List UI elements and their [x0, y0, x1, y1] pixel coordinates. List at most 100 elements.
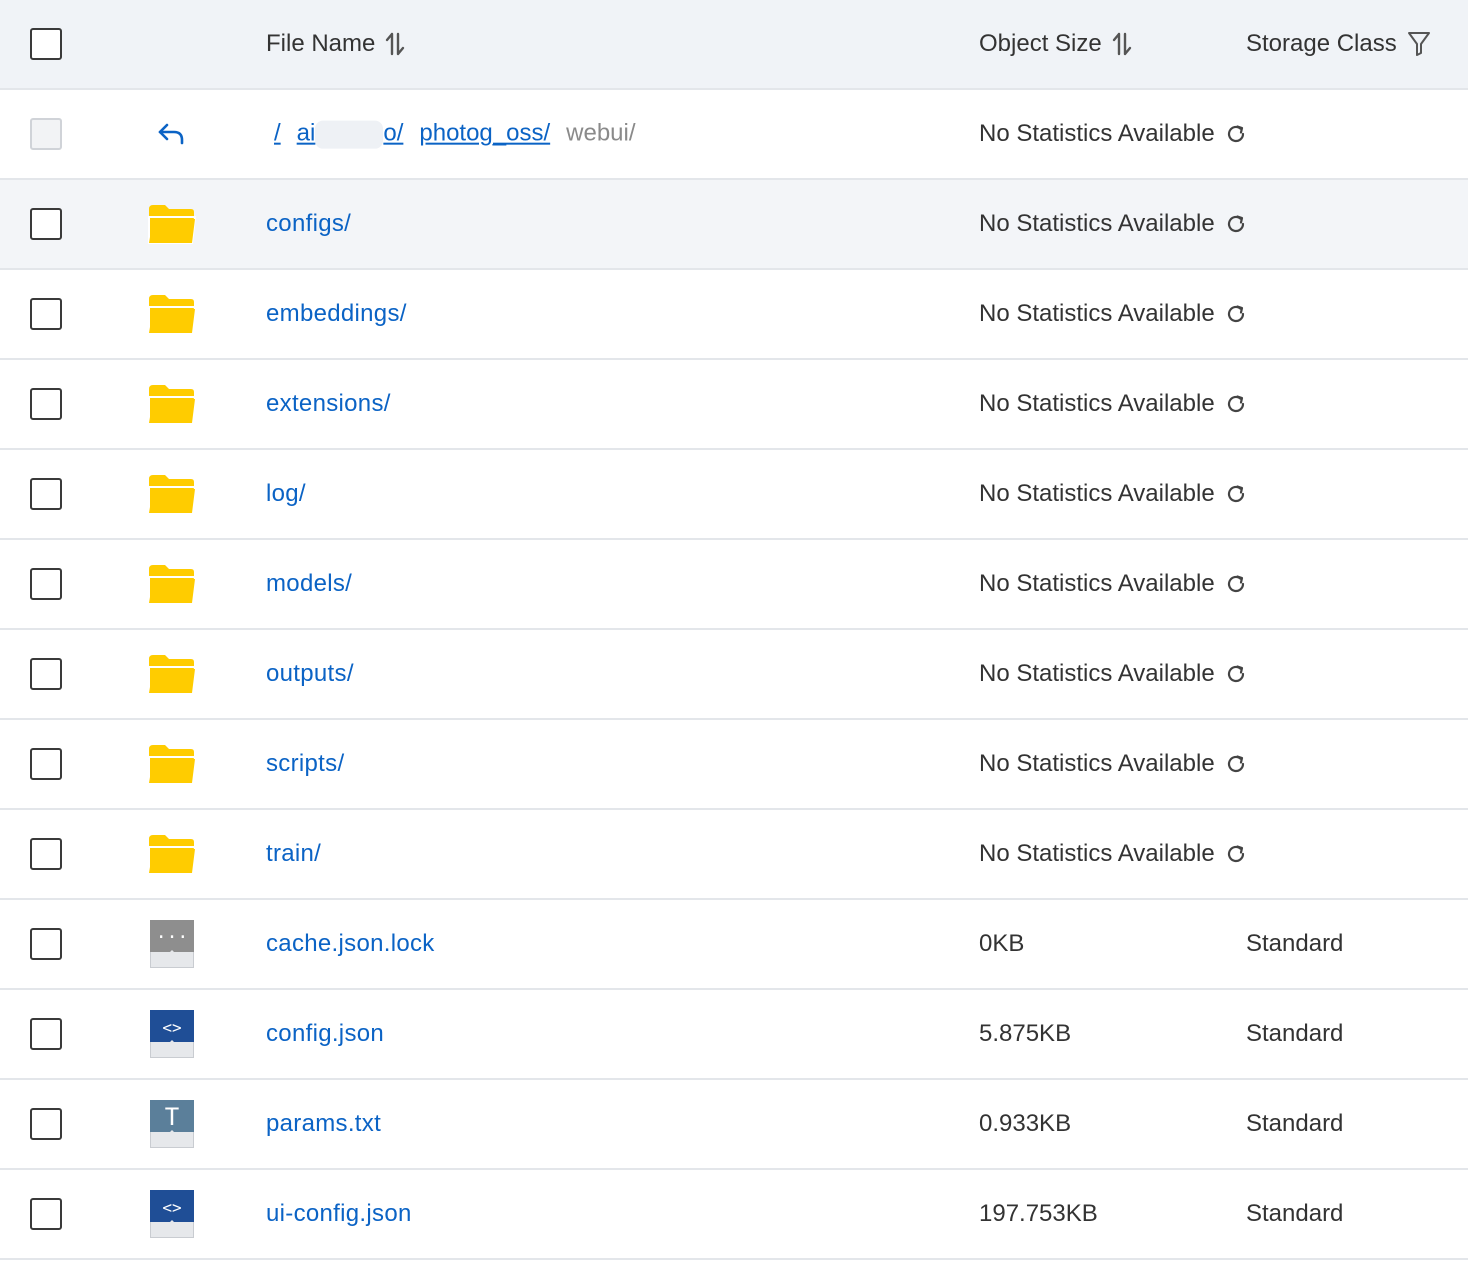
- object-size-cell: 0KB: [979, 930, 1024, 958]
- row-checkbox[interactable]: [30, 208, 62, 240]
- size-text: 197.753KB: [979, 1200, 1098, 1227]
- row-checkbox[interactable]: [30, 478, 62, 510]
- filter-icon[interactable]: [1407, 31, 1431, 57]
- table-row: outputs/ No Statistics Available: [0, 630, 1468, 720]
- object-size-cell: No Statistics Available: [979, 480, 1247, 508]
- row-checkbox[interactable]: [30, 658, 62, 690]
- folder-icon: [146, 379, 198, 429]
- refresh-icon[interactable]: [1225, 213, 1247, 235]
- breadcrumb-bucket-link[interactable]: ai o/: [297, 119, 404, 149]
- row-checkbox[interactable]: [30, 388, 62, 420]
- storage-class-column-header[interactable]: Storage Class: [1246, 30, 1431, 58]
- table-row: scripts/ No Statistics Available: [0, 720, 1468, 810]
- size-text: No Statistics Available: [979, 390, 1215, 417]
- table-row: embeddings/ No Statistics Available: [0, 270, 1468, 360]
- file-name-link[interactable]: outputs/: [266, 660, 354, 688]
- sort-icon[interactable]: [1112, 32, 1132, 56]
- size-text: No Statistics Available: [979, 750, 1215, 777]
- breadcrumb-bucket-suffix: o/: [383, 119, 404, 147]
- table-row: train/ No Statistics Available: [0, 810, 1468, 900]
- code-file-icon: <>: [146, 1009, 198, 1059]
- storage-class-cell: Standard: [1246, 930, 1344, 957]
- object-size-cell: 197.753KB: [979, 1200, 1098, 1228]
- refresh-icon[interactable]: [1225, 393, 1247, 415]
- file-name-link[interactable]: embeddings/: [266, 300, 407, 328]
- folder-icon: [146, 829, 198, 879]
- row-checkbox[interactable]: [30, 748, 62, 780]
- folder-icon: [146, 289, 198, 339]
- folder-icon: [146, 739, 198, 789]
- refresh-icon[interactable]: [1225, 573, 1247, 595]
- object-size-cell: No Statistics Available: [979, 840, 1247, 868]
- storage-class-header-label: Storage Class: [1246, 30, 1397, 57]
- refresh-icon[interactable]: [1225, 123, 1247, 145]
- table-row: models/ No Statistics Available: [0, 540, 1468, 630]
- storage-class-cell: Standard: [1246, 1110, 1344, 1137]
- file-name-link[interactable]: config.json: [266, 1020, 384, 1048]
- row-checkbox[interactable]: [30, 838, 62, 870]
- folder-icon: [146, 649, 198, 699]
- table-row: T params.txt 0.933KB Standard: [0, 1080, 1468, 1170]
- file-name-link[interactable]: log/: [266, 480, 306, 508]
- object-size-cell: No Statistics Available: [979, 210, 1247, 238]
- row-checkbox[interactable]: [30, 1108, 62, 1140]
- file-name-link[interactable]: extensions/: [266, 390, 391, 418]
- row-checkbox[interactable]: [30, 1018, 62, 1050]
- table-header: File Name Object Size Storage Class: [0, 0, 1468, 90]
- breadcrumb-current: webui/: [566, 120, 636, 147]
- generic-file-icon: ···: [146, 919, 198, 969]
- row-checkbox[interactable]: [30, 298, 62, 330]
- table-row: log/ No Statistics Available: [0, 450, 1468, 540]
- file-name-link[interactable]: ui-config.json: [266, 1200, 412, 1228]
- refresh-icon[interactable]: [1225, 843, 1247, 865]
- file-name-link[interactable]: models/: [266, 570, 352, 598]
- row-checkbox[interactable]: [30, 928, 62, 960]
- table-row: configs/ No Statistics Available: [0, 180, 1468, 270]
- refresh-icon[interactable]: [1225, 753, 1247, 775]
- table-row: <> config.json 5.875KB Standard: [0, 990, 1468, 1080]
- file-name-column-header[interactable]: File Name: [266, 30, 405, 58]
- refresh-icon[interactable]: [1225, 663, 1247, 685]
- object-size-cell: No Statistics Available: [979, 120, 1247, 148]
- storage-class-cell: Standard: [1246, 1200, 1344, 1227]
- size-text: No Statistics Available: [979, 120, 1215, 147]
- object-size-column-header[interactable]: Object Size: [979, 30, 1132, 58]
- table-row: ··· cache.json.lock 0KB Standard: [0, 900, 1468, 990]
- size-text: 5.875KB: [979, 1020, 1072, 1047]
- code-file-icon: <>: [146, 1189, 198, 1239]
- file-icon-glyph: <>: [150, 1010, 194, 1044]
- size-text: No Statistics Available: [979, 480, 1215, 507]
- table-row: extensions/ No Statistics Available: [0, 360, 1468, 450]
- size-text: 0KB: [979, 930, 1025, 957]
- breadcrumb-root-link[interactable]: /: [274, 120, 281, 148]
- object-size-cell: 5.875KB: [979, 1020, 1071, 1048]
- object-size-cell: No Statistics Available: [979, 750, 1247, 778]
- parent-directory-row: / ai o/ photog_oss/ webui/ No Statistics …: [0, 90, 1468, 180]
- object-size-header-label: Object Size: [979, 30, 1102, 57]
- object-size-cell: No Statistics Available: [979, 570, 1247, 598]
- size-text: No Statistics Available: [979, 660, 1215, 687]
- file-name-header-label: File Name: [266, 30, 376, 57]
- folder-icon: [146, 199, 198, 249]
- file-name-link[interactable]: params.txt: [266, 1110, 381, 1138]
- file-icon-glyph: <>: [150, 1190, 194, 1224]
- size-text: 0.933KB: [979, 1110, 1072, 1137]
- sort-icon[interactable]: [385, 32, 405, 56]
- row-checkbox[interactable]: [30, 1198, 62, 1230]
- refresh-icon[interactable]: [1225, 483, 1247, 505]
- file-name-link[interactable]: train/: [266, 840, 321, 868]
- back-arrow-icon[interactable]: [146, 109, 198, 159]
- file-icon-glyph: ···: [150, 920, 194, 954]
- file-name-link[interactable]: configs/: [266, 210, 351, 238]
- refresh-icon[interactable]: [1225, 303, 1247, 325]
- object-size-cell: No Statistics Available: [979, 660, 1247, 688]
- object-size-cell: No Statistics Available: [979, 390, 1247, 418]
- file-table: File Name Object Size Storage Class / ai…: [0, 0, 1468, 1260]
- breadcrumb: / ai o/ photog_oss/ webui/: [274, 120, 636, 149]
- object-size-cell: No Statistics Available: [979, 300, 1247, 328]
- file-name-link[interactable]: scripts/: [266, 750, 344, 778]
- row-checkbox[interactable]: [30, 568, 62, 600]
- select-all-checkbox[interactable]: [30, 28, 62, 60]
- file-name-link[interactable]: cache.json.lock: [266, 930, 435, 958]
- breadcrumb-photog-oss-link[interactable]: photog_oss/: [419, 120, 550, 148]
